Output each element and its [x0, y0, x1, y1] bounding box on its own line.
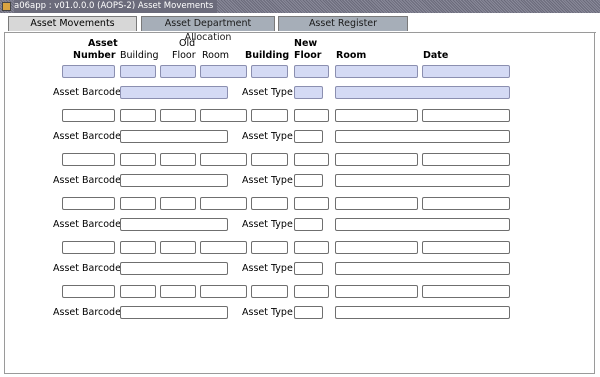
date-field[interactable]: [422, 109, 510, 122]
asset-barcode-label: Asset Barcode: [53, 131, 121, 142]
building-old-field[interactable]: [120, 285, 156, 298]
panel-top-border: [4, 32, 596, 33]
header-asset-number: Number: [73, 50, 116, 61]
asset-number-field[interactable]: [62, 153, 115, 166]
asset-number-field[interactable]: [62, 65, 115, 78]
date-field[interactable]: [422, 65, 510, 78]
asset-number-field[interactable]: [62, 241, 115, 254]
date-field[interactable]: [422, 285, 510, 298]
asset-type-field[interactable]: [294, 86, 323, 99]
building-new-field[interactable]: [251, 153, 288, 166]
floor-old-field[interactable]: [160, 65, 196, 78]
floor-old-field[interactable]: [160, 153, 196, 166]
header-floor-new: Floor: [294, 50, 322, 61]
building-new-field[interactable]: [251, 197, 288, 210]
header-building-old: Building: [120, 50, 159, 61]
tab-asset-register[interactable]: Asset Register: [278, 16, 408, 31]
app-icon: [2, 2, 11, 11]
building-old-field[interactable]: [120, 65, 156, 78]
building-old-field[interactable]: [120, 109, 156, 122]
room-old-field[interactable]: [200, 109, 247, 122]
floor-old-field[interactable]: [160, 197, 196, 210]
asset-barcode-label: Asset Barcode: [53, 175, 121, 186]
asset-barcode-label: Asset Barcode: [53, 87, 121, 98]
header-date: Date: [423, 50, 449, 61]
floor-old-field[interactable]: [160, 109, 196, 122]
header-floor-old: Floor: [172, 50, 196, 61]
building-new-field[interactable]: [251, 241, 288, 254]
asset-type-description-field: [335, 306, 510, 319]
room-new-field[interactable]: [335, 197, 418, 210]
header-asset: Asset: [88, 38, 118, 49]
floor-new-field[interactable]: [294, 65, 329, 78]
asset-type-label: Asset Type: [242, 87, 293, 98]
window-title: a06app : v01.0.0.0 (AOPS-2) Asset Moveme…: [14, 0, 218, 13]
window-titlebar: a06app : v01.0.0.0 (AOPS-2) Asset Moveme…: [0, 0, 600, 13]
asset-barcode-label: Asset Barcode: [53, 263, 121, 274]
header-room-old: Room: [202, 50, 230, 61]
room-new-field[interactable]: [335, 241, 418, 254]
asset-barcode-field[interactable]: [120, 218, 228, 231]
asset-type-field[interactable]: [294, 174, 323, 187]
asset-number-field[interactable]: [62, 109, 115, 122]
asset-type-label: Asset Type: [242, 219, 293, 230]
asset-type-description-field: [335, 218, 510, 231]
room-old-field[interactable]: [200, 241, 247, 254]
asset-type-label: Asset Type: [242, 307, 293, 318]
tab-asset-movements[interactable]: Asset Movements: [8, 16, 137, 31]
asset-type-label: Asset Type: [242, 131, 293, 142]
asset-barcode-label: Asset Barcode: [53, 307, 121, 318]
floor-new-field[interactable]: [294, 197, 329, 210]
header-new: New: [294, 38, 318, 49]
tab-strip: Asset Movements Asset Department Allocat…: [0, 14, 600, 43]
asset-barcode-field[interactable]: [120, 86, 228, 99]
floor-new-field[interactable]: [294, 153, 329, 166]
building-old-field[interactable]: [120, 153, 156, 166]
header-building-new: Building: [245, 50, 290, 61]
asset-number-field[interactable]: [62, 285, 115, 298]
building-new-field[interactable]: [251, 285, 288, 298]
room-new-field[interactable]: [335, 65, 418, 78]
asset-type-description-field: [335, 86, 510, 99]
asset-type-field[interactable]: [294, 218, 323, 231]
asset-barcode-field[interactable]: [120, 174, 228, 187]
asset-type-field[interactable]: [294, 130, 323, 143]
asset-type-field[interactable]: [294, 306, 323, 319]
asset-number-field[interactable]: [62, 197, 115, 210]
room-new-field[interactable]: [335, 109, 418, 122]
room-new-field[interactable]: [335, 285, 418, 298]
asset-type-label: Asset Type: [242, 175, 293, 186]
asset-type-label: Asset Type: [242, 263, 293, 274]
room-old-field[interactable]: [200, 197, 247, 210]
floor-new-field[interactable]: [294, 241, 329, 254]
room-new-field[interactable]: [335, 153, 418, 166]
room-old-field[interactable]: [200, 285, 247, 298]
building-new-field[interactable]: [251, 65, 288, 78]
building-old-field[interactable]: [120, 197, 156, 210]
asset-barcode-field[interactable]: [120, 262, 228, 275]
asset-type-description-field: [335, 130, 510, 143]
header-room-new: Room: [336, 50, 367, 61]
room-old-field[interactable]: [200, 153, 247, 166]
building-new-field[interactable]: [251, 109, 288, 122]
room-old-field[interactable]: [200, 65, 247, 78]
asset-barcode-field[interactable]: [120, 130, 228, 143]
building-old-field[interactable]: [120, 241, 156, 254]
floor-new-field[interactable]: [294, 109, 329, 122]
floor-old-field[interactable]: [160, 285, 196, 298]
header-old: Old: [179, 38, 196, 49]
asset-barcode-field[interactable]: [120, 306, 228, 319]
asset-barcode-label: Asset Barcode: [53, 219, 121, 230]
date-field[interactable]: [422, 241, 510, 254]
tab-asset-department-allocation[interactable]: Asset Department Allocation: [141, 16, 275, 43]
asset-type-description-field: [335, 262, 510, 275]
floor-old-field[interactable]: [160, 241, 196, 254]
asset-type-description-field: [335, 174, 510, 187]
asset-type-field[interactable]: [294, 262, 323, 275]
date-field[interactable]: [422, 153, 510, 166]
floor-new-field[interactable]: [294, 285, 329, 298]
date-field[interactable]: [422, 197, 510, 210]
